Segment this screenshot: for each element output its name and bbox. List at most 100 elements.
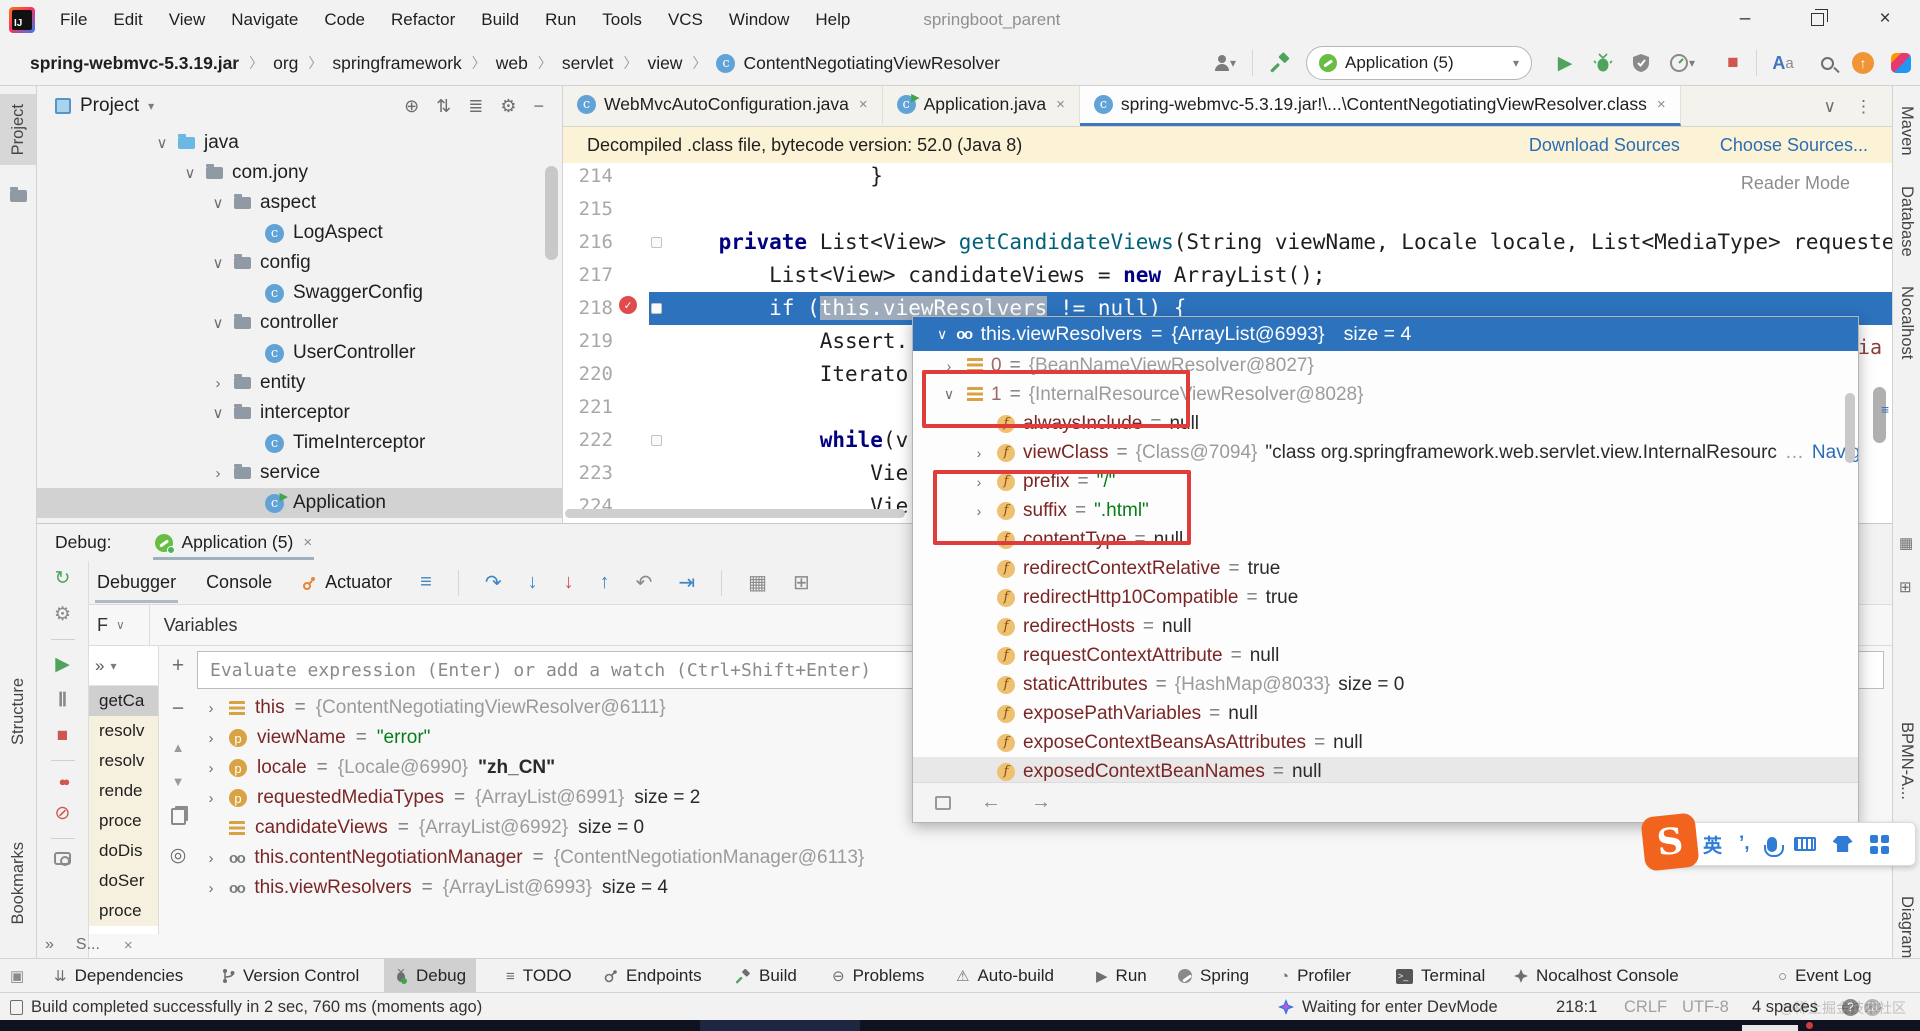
download-sources-link[interactable]: Download Sources <box>1529 135 1680 156</box>
inspection-stripe-mark[interactable]: ≡ <box>1881 403 1889 418</box>
expand-all-button[interactable]: ⇅ <box>436 96 451 117</box>
popup-row-alwaysinclude[interactable]: alwaysInclude = null <box>913 409 1858 438</box>
set-value-icon[interactable] <box>935 795 951 810</box>
close-tab-icon[interactable]: × <box>1657 96 1666 113</box>
menu-tools[interactable]: Tools <box>589 5 655 35</box>
tree-item-java[interactable]: ∨ java <box>37 128 562 158</box>
rerun-button[interactable]: ↻ <box>55 567 71 590</box>
tab-contentnegotiatingviewresolver[interactable]: spring-webmvc-5.3.19.jar!\...\ContentNeg… <box>1079 86 1681 126</box>
step-into-button[interactable]: ↓ <box>528 571 538 594</box>
popup-row-prefix[interactable]: ›prefix = "/" <box>913 467 1858 496</box>
tab-debugger[interactable]: Debugger <box>95 568 179 603</box>
tree-item-config[interactable]: ∨ config <box>37 248 562 278</box>
restore-layout-button[interactable]: ⊞ <box>793 570 810 595</box>
tool-tab-maven[interactable]: Maven <box>1893 106 1920 156</box>
settings-gear-button[interactable]: ⚙ <box>500 96 516 117</box>
tool-button-event-log[interactable]: ○ Event Log <box>1768 959 1882 993</box>
tree-item-timeinterceptor[interactable]: TimeInterceptor <box>37 428 562 458</box>
breadcrumb-springframework[interactable]: springframework <box>332 53 461 74</box>
tool-button-spring[interactable]: Spring <box>1168 959 1259 993</box>
menu-code[interactable]: Code <box>311 5 378 35</box>
stack-frame[interactable]: proce <box>89 896 158 926</box>
fold-marker[interactable] <box>651 303 662 314</box>
tool-tab-bpmn[interactable]: BPMN-A... <box>1893 722 1920 800</box>
breakpoint-verified-icon[interactable] <box>619 296 637 314</box>
menu-refactor[interactable]: Refactor <box>378 5 468 35</box>
build-status-message[interactable]: Build completed successfully in 2 sec, 7… <box>31 998 482 1017</box>
popup-row-1[interactable]: ∨ 1 = {InternalResourceViewResolver@8028} <box>913 380 1858 409</box>
skin-icon[interactable] <box>1832 836 1853 852</box>
stack-frame[interactable]: doSer <box>89 866 158 896</box>
coverage-button[interactable] <box>1626 46 1656 80</box>
stack-frame[interactable]: resolv <box>89 746 158 776</box>
breadcrumb-jar[interactable]: spring-webmvc-5.3.19.jar <box>30 53 239 74</box>
close-icon[interactable]: × <box>124 937 133 954</box>
mute-breakpoints-button[interactable]: ⊘ <box>55 802 71 825</box>
microphone-icon[interactable] <box>1763 836 1784 857</box>
tool-button-auto-build[interactable]: ⚠ Auto-build <box>946 959 1064 993</box>
toolbox-button[interactable] <box>1886 46 1916 80</box>
locate-file-button[interactable]: ⊕ <box>404 96 419 117</box>
tool-button-terminal[interactable]: >_ Terminal <box>1386 959 1495 993</box>
close-tab-icon[interactable]: × <box>1056 96 1065 113</box>
popup-row-exposecontextbeansasattributes[interactable]: exposeContextBeansAsAttributes = null <box>913 728 1858 757</box>
fold-marker[interactable] <box>651 237 662 248</box>
popup-row-exposepathvariables[interactable]: exposePathVariables = null <box>913 699 1858 728</box>
choose-sources-link[interactable]: Choose Sources... <box>1720 135 1868 156</box>
tree-item-swaggerconfig[interactable]: SwaggerConfig <box>37 278 562 308</box>
devmode-status[interactable]: Waiting for enter DevMode <box>1278 993 1498 1021</box>
tool-button-version-control[interactable]: Version Control <box>212 959 369 993</box>
restore-button[interactable] <box>1794 0 1840 38</box>
popup-row-suffix[interactable]: ›suffix = ".html" <box>913 496 1858 525</box>
tree-item-interceptor[interactable]: ∨ interceptor <box>37 398 562 428</box>
layers-icon[interactable]: ⊞ <box>1899 578 1912 596</box>
tree-item-logaspect[interactable]: LogAspect <box>37 218 562 248</box>
drop-frame-button[interactable]: ↶ <box>636 570 653 595</box>
menu-navigate[interactable]: Navigate <box>218 5 311 35</box>
close-tab-icon[interactable]: × <box>859 96 868 113</box>
stop-button[interactable]: ■ <box>1718 46 1748 80</box>
breadcrumb-servlet[interactable]: servlet <box>562 53 614 74</box>
popup-row-requestcontextattribute[interactable]: requestContextAttribute = null <box>913 641 1858 670</box>
add-watch-button[interactable]: + <box>172 654 184 678</box>
move-down-button[interactable]: ▼ <box>172 774 185 789</box>
popup-row-redirecthosts[interactable]: redirectHosts = null <box>913 612 1858 641</box>
close-button[interactable]: × <box>1862 0 1908 38</box>
close-session-icon[interactable]: × <box>303 534 312 551</box>
tool-button-debug[interactable]: Debug <box>384 959 477 993</box>
navigate-forward-icon[interactable]: → <box>1031 791 1051 814</box>
popup-row-0[interactable]: › 0 = {BeanNameViewResolver@8027} <box>913 351 1858 380</box>
watch-viewresolvers[interactable]: ›this.viewResolvers = {ArrayList@6993}si… <box>197 873 1884 903</box>
tool-button-build[interactable]: Build <box>726 959 807 993</box>
tool-tab-project[interactable]: Project <box>0 94 36 166</box>
menu-build[interactable]: Build <box>468 5 532 35</box>
breadcrumb-web[interactable]: web <box>496 53 528 74</box>
tool-button-dependencies[interactable]: ⇊ Dependencies <box>44 959 193 993</box>
stack-frame[interactable]: rende <box>89 776 158 806</box>
popup-row-redirecthttp10compatible[interactable]: redirectHttp10Compatible = true <box>913 583 1858 612</box>
minimize-button[interactable]: – <box>1722 0 1768 38</box>
encoding-indicator[interactable]: UTF-8 <box>1682 993 1729 1021</box>
tab-console[interactable]: Console <box>204 568 274 597</box>
tool-tab-nocalhost[interactable]: Nocalhost <box>1893 286 1920 359</box>
menu-help[interactable]: Help <box>802 5 863 35</box>
edit-configuration-icon[interactable]: ⚙ <box>54 603 71 626</box>
keyboard-icon[interactable] <box>1793 837 1816 851</box>
tree-item-aspect[interactable]: ∨ aspect <box>37 188 562 218</box>
step-out-button[interactable]: ↑ <box>600 571 610 594</box>
run-button[interactable]: ▶ <box>1550 46 1580 80</box>
tree-item-com-jony[interactable]: ∨ com.jony <box>37 158 562 188</box>
debug-button[interactable] <box>1588 46 1618 80</box>
popup-row-viewclass[interactable]: ›viewClass = {Class@7094}"class org.spri… <box>913 438 1858 467</box>
tool-tab-diagram[interactable]: Diagram <box>1893 896 1920 958</box>
profiler-button[interactable]: ▾ <box>1662 46 1702 80</box>
breadcrumb-class[interactable]: ContentNegotiatingViewResolver <box>743 53 1000 74</box>
grid-icon[interactable]: ▦ <box>1899 534 1913 552</box>
caret-position[interactable]: 218:1 <box>1556 993 1597 1021</box>
tool-tab-bookmarks[interactable]: Bookmarks <box>0 842 36 925</box>
tool-button-problems[interactable]: ⊖ Problems <box>822 959 934 993</box>
search-everywhere-button[interactable] <box>1812 46 1842 80</box>
editor-hscrollbar-thumb[interactable] <box>565 509 905 518</box>
popup-row-staticattributes[interactable]: staticAttributes = {HashMap@8033}size = … <box>913 670 1858 699</box>
debug-session-tab[interactable]: Application (5) × <box>153 528 315 560</box>
